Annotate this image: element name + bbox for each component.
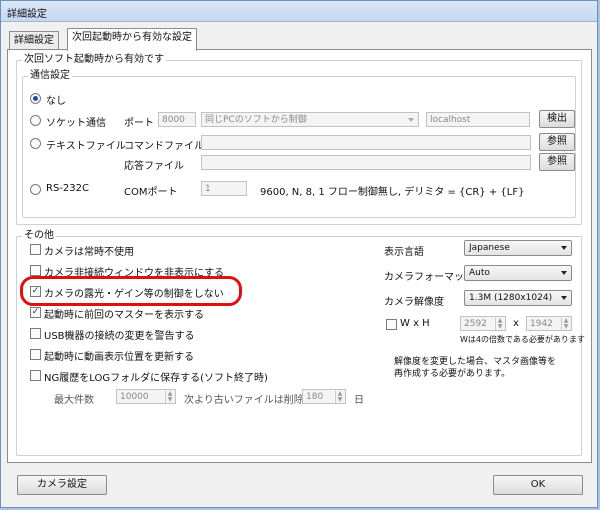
checkbox-camera-always-unused-label: カメラは常時不使用 — [44, 247, 134, 258]
com-port-label: COMポート — [124, 187, 178, 198]
width-stepper[interactable]: 2592 ▲ ▼ — [460, 316, 506, 331]
port-label: ポート — [124, 118, 154, 129]
checkbox-warn-usb-change-label: USB機器の接続の変更を警告する — [44, 331, 195, 342]
chevron-down-icon — [561, 246, 567, 250]
days-value: 180 — [306, 392, 324, 402]
height-value: 1942 — [530, 319, 553, 329]
radio-textfile[interactable] — [30, 138, 41, 149]
other-legend: その他 — [22, 230, 56, 241]
display-language-value: Japanese — [469, 243, 510, 253]
port-input[interactable]: 8000 — [158, 112, 196, 127]
comm-settings-legend: 通信設定 — [28, 70, 72, 81]
radio-socket[interactable] — [30, 115, 41, 126]
browse-command-button[interactable]: 参照 — [539, 133, 575, 151]
delete-older-label: 次より古いファイルは削除 — [184, 395, 304, 406]
tab-detail-settings[interactable]: 詳細設定 — [9, 31, 59, 50]
w-multiple-note: Wは4の倍数である必要があります — [460, 335, 585, 344]
highlight-ring-annotation — [20, 276, 242, 306]
dialog-footer: カメラ設定 OK — [1, 463, 597, 507]
next-start-group-title: 次回ソフト起動時から有効です — [22, 54, 166, 65]
radio-none-label: なし — [46, 96, 66, 107]
rs-settings-text: 9600, N, 8, 1 フロー制御無し, デリミタ = {CR} + {LF… — [260, 187, 525, 198]
radio-socket-label: ソケット通信 — [46, 118, 106, 129]
camera-format-value: Auto — [469, 268, 490, 278]
wxh-label: W x H — [400, 318, 430, 329]
camera-resolution-value: 1.3M (1280x1024) — [469, 293, 553, 303]
checkbox-update-video-position[interactable] — [30, 349, 41, 360]
port-mode-select[interactable]: 同じPCのソフトから制御 — [201, 112, 419, 127]
response-file-input[interactable] — [201, 155, 531, 170]
height-stepper[interactable]: 1942 ▲ ▼ — [526, 316, 572, 331]
camera-settings-button[interactable]: カメラ設定 — [17, 475, 107, 495]
command-file-label: コマンドファイル — [124, 141, 204, 152]
port-mode-value: 同じPCのソフトから制御 — [205, 115, 307, 125]
radio-rs232c[interactable] — [30, 184, 41, 195]
host-input[interactable]: localhost — [426, 112, 530, 127]
spinner-arrows-icon: ▲ ▼ — [561, 318, 570, 330]
spinner-arrows-icon: ▲ ▼ — [335, 391, 344, 403]
response-file-label: 応答ファイル — [124, 161, 184, 172]
checkbox-wxh[interactable] — [386, 319, 397, 330]
spinner-arrows-icon: ▲ ▼ — [165, 391, 174, 403]
checkbox-show-last-master-label: 起動時に前回のマスターを表示する — [44, 310, 204, 321]
checkbox-camera-always-unused[interactable] — [30, 244, 41, 255]
checkmark-icon: ✓ — [31, 307, 40, 317]
max-files-value: 10000 — [120, 392, 149, 402]
radio-textfile-label: テキストファイル — [46, 141, 126, 152]
camera-format-label: カメラフォーマット — [384, 272, 474, 283]
wxh-separator: x — [513, 318, 519, 329]
display-language-label: 表示言語 — [384, 247, 424, 258]
tab-panel: 次回ソフト起動時から有効です 通信設定 なし ソケット通信 ポート 8000 同… — [7, 49, 592, 463]
max-files-stepper[interactable]: 10000 ▲ ▼ — [116, 389, 176, 404]
radio-rs232c-label: RS-232C — [46, 183, 89, 194]
radio-none[interactable] — [30, 93, 41, 104]
checkbox-save-ng-history[interactable] — [30, 370, 41, 381]
chevron-down-icon — [561, 271, 567, 275]
chevron-down-icon — [561, 296, 567, 300]
chevron-down-icon — [408, 118, 414, 122]
checkbox-hide-disconnected-window[interactable] — [30, 265, 41, 276]
checkbox-save-ng-history-label: NG履歴をLOGフォルダに保存する(ソフト終了時) — [44, 373, 268, 384]
display-language-select[interactable]: Japanese — [464, 240, 572, 256]
checkbox-show-last-master[interactable]: ✓ — [30, 307, 41, 318]
ok-button[interactable]: OK — [493, 475, 583, 495]
com-port-input[interactable]: 1 — [201, 181, 247, 196]
checkbox-warn-usb-change[interactable] — [30, 328, 41, 339]
title-bar[interactable]: 詳細設定 — [1, 1, 597, 22]
window-title: 詳細設定 — [7, 9, 47, 20]
camera-resolution-select[interactable]: 1.3M (1280x1024) — [464, 290, 572, 306]
resolution-note-line2: 再作成する必要があります。 — [394, 369, 511, 379]
detect-button[interactable]: 検出 — [539, 110, 575, 128]
spinner-arrows-icon: ▲ ▼ — [495, 318, 504, 330]
days-unit-label: 日 — [354, 395, 364, 406]
settings-window: 詳細設定 詳細設定 次回起動時から有効な設定 次回ソフト起動時から有効です 通信… — [0, 0, 598, 508]
tab-next-start-settings[interactable]: 次回起動時から有効な設定 — [67, 28, 197, 51]
max-files-label: 最大件数 — [54, 395, 94, 406]
camera-resolution-label: カメラ解像度 — [384, 297, 444, 308]
camera-format-select[interactable]: Auto — [464, 265, 572, 281]
days-stepper[interactable]: 180 ▲ ▼ — [302, 389, 346, 404]
browse-response-button[interactable]: 参照 — [539, 153, 575, 171]
checkbox-update-video-position-label: 起動時に動画表示位置を更新する — [44, 352, 194, 363]
width-value: 2592 — [464, 319, 487, 329]
command-file-input[interactable] — [201, 135, 531, 150]
